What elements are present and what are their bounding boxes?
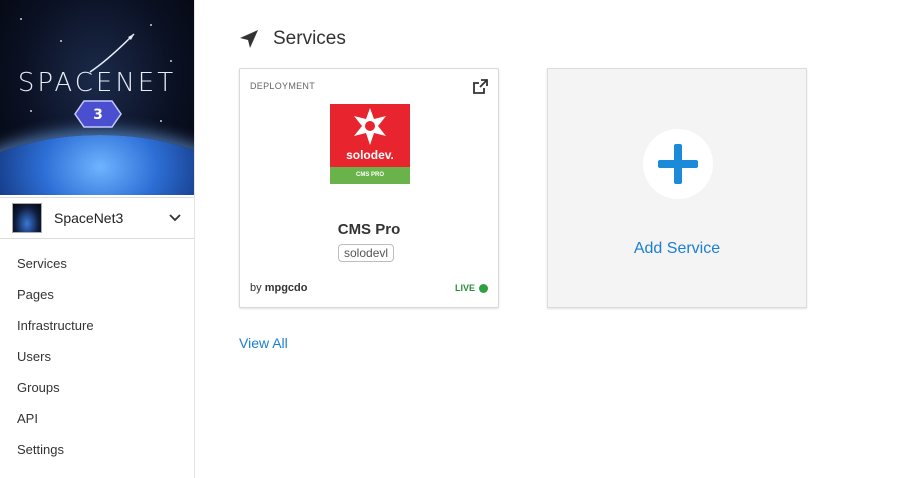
service-tag: solodevl [338,244,395,262]
sidebar-nav: Services Pages Infrastructure Users Grou… [0,248,194,465]
sidebar-item-users[interactable]: Users [0,341,194,372]
service-kind: DEPLOYMENT [250,81,316,91]
main-content: Services DEPLOYMENT solodev. CMS PRO CMS… [199,0,906,478]
sidebar: SPACENET 3 SpaceNet3 Services Pages Infr… [0,0,195,478]
sidebar-item-services[interactable]: Services [0,248,194,279]
view-all-link[interactable]: View All [239,335,288,351]
page-title: Services [273,28,346,49]
status-dot-icon [479,283,488,293]
project-thumbnail [12,203,42,233]
project-name: SpaceNet3 [54,210,124,226]
solodev-logo: solodev. CMS PRO [330,104,410,184]
chevron-down-icon [169,214,181,222]
owner-prefix: by [250,282,262,294]
sidebar-item-infrastructure[interactable]: Infrastructure [0,310,194,341]
project-selector[interactable]: SpaceNet3 [0,197,194,239]
banner-title: SPACENET [17,68,177,98]
service-name: CMS Pro [337,221,401,238]
earth-graphic [0,135,194,195]
service-owner: by mpgcdo [250,282,307,294]
logo-strip-text: CMS PRO [330,167,410,184]
logo-brand-text: solodev. [346,148,394,162]
location-arrow-icon [240,30,258,48]
external-link-icon[interactable] [473,79,488,94]
sidebar-item-api[interactable]: API [0,403,194,434]
status-badge: LIVE [455,283,488,293]
plus-icon [643,129,713,199]
owner-name: mpgcdo [264,282,308,294]
project-banner: SPACENET 3 [0,0,194,195]
sidebar-item-pages[interactable]: Pages [0,279,194,310]
sidebar-item-groups[interactable]: Groups [0,372,194,403]
add-service-card[interactable]: Add Service [547,68,807,308]
service-card[interactable]: DEPLOYMENT solodev. CMS PRO CMS Pro solo… [239,68,499,308]
sidebar-item-settings[interactable]: Settings [0,434,194,465]
status-text: LIVE [454,283,475,293]
add-service-label: Add Service [633,240,721,257]
page-heading: Services [239,28,346,50]
solodev-star-icon [354,108,386,145]
hexagon-badge-icon: 3 [74,100,122,128]
hexagon-badge-number: 3 [93,107,103,123]
